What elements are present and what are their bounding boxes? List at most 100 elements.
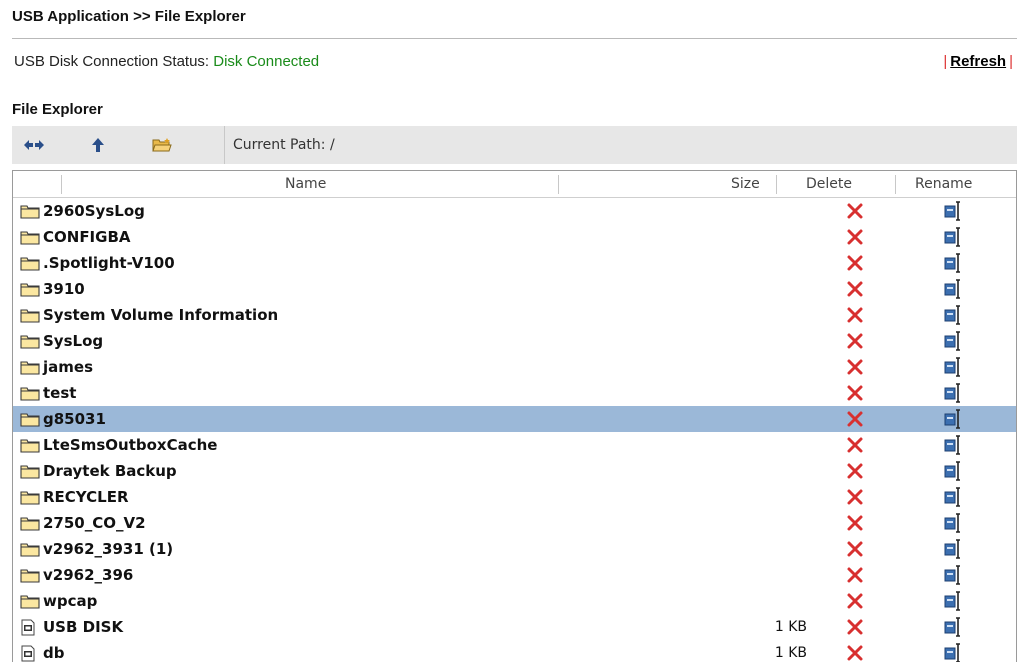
folder-icon: [20, 385, 40, 405]
list-item[interactable]: v2962_396: [13, 562, 1016, 588]
folder-icon: [20, 255, 40, 275]
list-item[interactable]: USB DISK 1 KB: [13, 614, 1016, 640]
delete-icon[interactable]: [846, 436, 864, 454]
rename-icon[interactable]: [944, 331, 962, 351]
rename-icon[interactable]: [944, 253, 962, 273]
list-item[interactable]: System Volume Information: [13, 302, 1016, 328]
delete-icon[interactable]: [846, 410, 864, 428]
delete-icon[interactable]: [846, 514, 864, 532]
swap-arrows-icon: [24, 140, 44, 150]
list-item[interactable]: Draytek Backup: [13, 458, 1016, 484]
title-divider: [12, 38, 1017, 39]
item-name[interactable]: .Spotlight-V100: [43, 254, 175, 272]
item-name[interactable]: System Volume Information: [43, 306, 278, 324]
rename-icon[interactable]: [944, 357, 962, 377]
item-name[interactable]: USB DISK: [43, 618, 123, 636]
page-title: USB Application >> File Explorer: [12, 8, 246, 25]
delete-icon[interactable]: [846, 540, 864, 558]
list-item[interactable]: LteSmsOutboxCache: [13, 432, 1016, 458]
rename-icon[interactable]: [944, 643, 962, 662]
connection-status: USB Disk Connection Status: Disk Connect…: [14, 53, 1017, 70]
column-size[interactable]: Size: [731, 171, 760, 197]
rename-icon[interactable]: [944, 487, 962, 507]
list-item[interactable]: db 1 KB: [13, 640, 1016, 662]
item-name[interactable]: 2750_CO_V2: [43, 514, 146, 532]
item-name[interactable]: RECYCLER: [43, 488, 129, 506]
up-folder-button[interactable]: [78, 126, 118, 164]
rename-icon[interactable]: [944, 461, 962, 481]
item-name[interactable]: v2962_3931 (1): [43, 540, 173, 558]
rename-icon[interactable]: [944, 591, 962, 611]
list-item[interactable]: james: [13, 354, 1016, 380]
rename-icon[interactable]: [944, 539, 962, 559]
rename-icon[interactable]: [944, 383, 962, 403]
rename-icon[interactable]: [944, 227, 962, 247]
rename-icon[interactable]: [944, 565, 962, 585]
list-body: 2960SysLog CONFIGBA .Spotlight-V100 3910 Sys…: [13, 198, 1016, 662]
delete-icon[interactable]: [846, 202, 864, 220]
item-name[interactable]: Draytek Backup: [43, 462, 177, 480]
folder-icon: [20, 359, 40, 379]
list-item[interactable]: .Spotlight-V100: [13, 250, 1016, 276]
toolbar-separator: [224, 126, 225, 164]
header-separator: [558, 175, 559, 194]
rename-icon[interactable]: [944, 305, 962, 325]
list-item[interactable]: RECYCLER: [13, 484, 1016, 510]
item-name[interactable]: g85031: [43, 410, 106, 428]
item-name[interactable]: LteSmsOutboxCache: [43, 436, 217, 454]
folder-icon: [20, 515, 40, 535]
delete-icon[interactable]: [846, 280, 864, 298]
folder-icon: [20, 229, 40, 249]
rename-icon[interactable]: [944, 201, 962, 221]
list-item[interactable]: test: [13, 380, 1016, 406]
folder-icon: [20, 593, 40, 613]
item-name[interactable]: SysLog: [43, 332, 103, 350]
list-item[interactable]: 3910: [13, 276, 1016, 302]
item-name[interactable]: v2962_396: [43, 566, 133, 584]
item-name[interactable]: 2960SysLog: [43, 202, 145, 220]
rename-icon[interactable]: [944, 513, 962, 533]
column-rename: Rename: [915, 176, 973, 192]
list-item[interactable]: v2962_3931 (1): [13, 536, 1016, 562]
item-name[interactable]: db: [43, 644, 64, 662]
folder-icon: [20, 489, 40, 509]
status-value: Disk Connected: [213, 53, 320, 70]
item-name[interactable]: james: [43, 358, 93, 376]
new-folder-button[interactable]: [142, 126, 182, 164]
list-item[interactable]: SysLog: [13, 328, 1016, 354]
delete-icon[interactable]: [846, 254, 864, 272]
folder-icon: [20, 411, 40, 431]
item-name[interactable]: test: [43, 384, 76, 402]
delete-icon[interactable]: [846, 358, 864, 376]
list-item[interactable]: 2750_CO_V2: [13, 510, 1016, 536]
delete-icon[interactable]: [846, 384, 864, 402]
list-item[interactable]: 2960SysLog: [13, 198, 1016, 224]
delete-icon[interactable]: [846, 592, 864, 610]
rename-icon[interactable]: [944, 279, 962, 299]
delete-icon[interactable]: [846, 566, 864, 584]
delete-icon[interactable]: [846, 332, 864, 350]
column-name[interactable]: Name: [285, 171, 326, 197]
delete-icon[interactable]: [846, 228, 864, 246]
rename-icon[interactable]: [944, 617, 962, 637]
column-delete: Delete: [806, 176, 852, 192]
status-label: USB Disk Connection Status:: [14, 53, 214, 70]
item-name[interactable]: CONFIGBA: [43, 228, 131, 246]
delete-icon[interactable]: [846, 488, 864, 506]
list-item[interactable]: wpcap: [13, 588, 1016, 614]
header-separator: [895, 175, 896, 194]
list-item[interactable]: CONFIGBA: [13, 224, 1016, 250]
swap-button[interactable]: [14, 126, 54, 164]
item-name[interactable]: wpcap: [43, 592, 97, 610]
file-icon: [20, 645, 36, 662]
delete-icon[interactable]: [846, 644, 864, 662]
delete-icon[interactable]: [846, 462, 864, 480]
list-item[interactable]: g85031: [13, 406, 1016, 432]
rename-icon[interactable]: [944, 409, 962, 429]
delete-icon[interactable]: [846, 306, 864, 324]
delete-icon[interactable]: [846, 618, 864, 636]
rename-icon[interactable]: [944, 435, 962, 455]
item-name[interactable]: 3910: [43, 280, 85, 298]
refresh-link[interactable]: Refresh: [947, 53, 1009, 70]
folder-icon: [20, 203, 40, 223]
